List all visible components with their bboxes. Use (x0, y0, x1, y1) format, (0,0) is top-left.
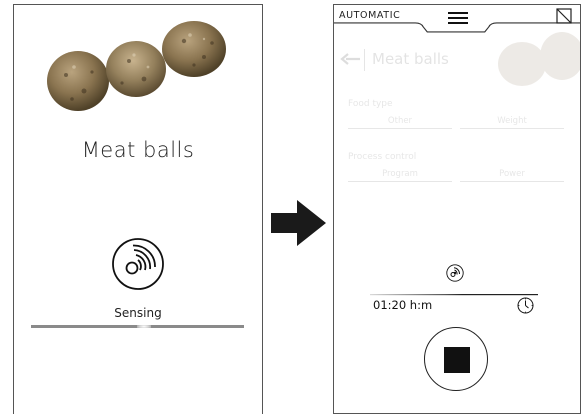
progress-indicator (136, 324, 151, 329)
sensing-disc-icon (446, 264, 464, 282)
meatballs-thumbnail (498, 32, 580, 86)
recipe-title: Meat balls (81, 138, 195, 162)
remaining-time: 01:20 h:m (373, 298, 433, 312)
weight-field[interactable]: Weight (460, 113, 564, 129)
food-type-label: Food type (348, 99, 393, 109)
sensing-screen: Meat balls Sensing (13, 4, 263, 414)
back-arrow-icon[interactable] (340, 53, 360, 65)
expand-icon[interactable] (556, 8, 572, 24)
sensing-disc-icon (112, 238, 164, 290)
hamburger-menu-icon[interactable] (448, 12, 468, 24)
program-field[interactable]: Program (348, 166, 452, 182)
right-arrow-icon (271, 200, 326, 246)
status-label: Sensing (114, 306, 162, 320)
mode-label: AUTOMATIC (339, 10, 401, 21)
clock-icon[interactable] (517, 297, 534, 314)
cooking-screen: AUTOMATIC Meat balls Food type Other Wei… (333, 4, 581, 414)
recipe-title: Meat balls (372, 50, 449, 68)
meatballs-image (47, 21, 226, 111)
stop-icon (444, 347, 470, 373)
time-progress-line (370, 294, 538, 296)
power-field[interactable]: Power (460, 166, 564, 182)
sensing-progress-bar (31, 324, 244, 329)
process-control-label: Process control (348, 152, 417, 162)
header-divider (364, 49, 365, 71)
stop-button[interactable] (424, 327, 488, 391)
food-type-field[interactable]: Other (348, 113, 452, 129)
